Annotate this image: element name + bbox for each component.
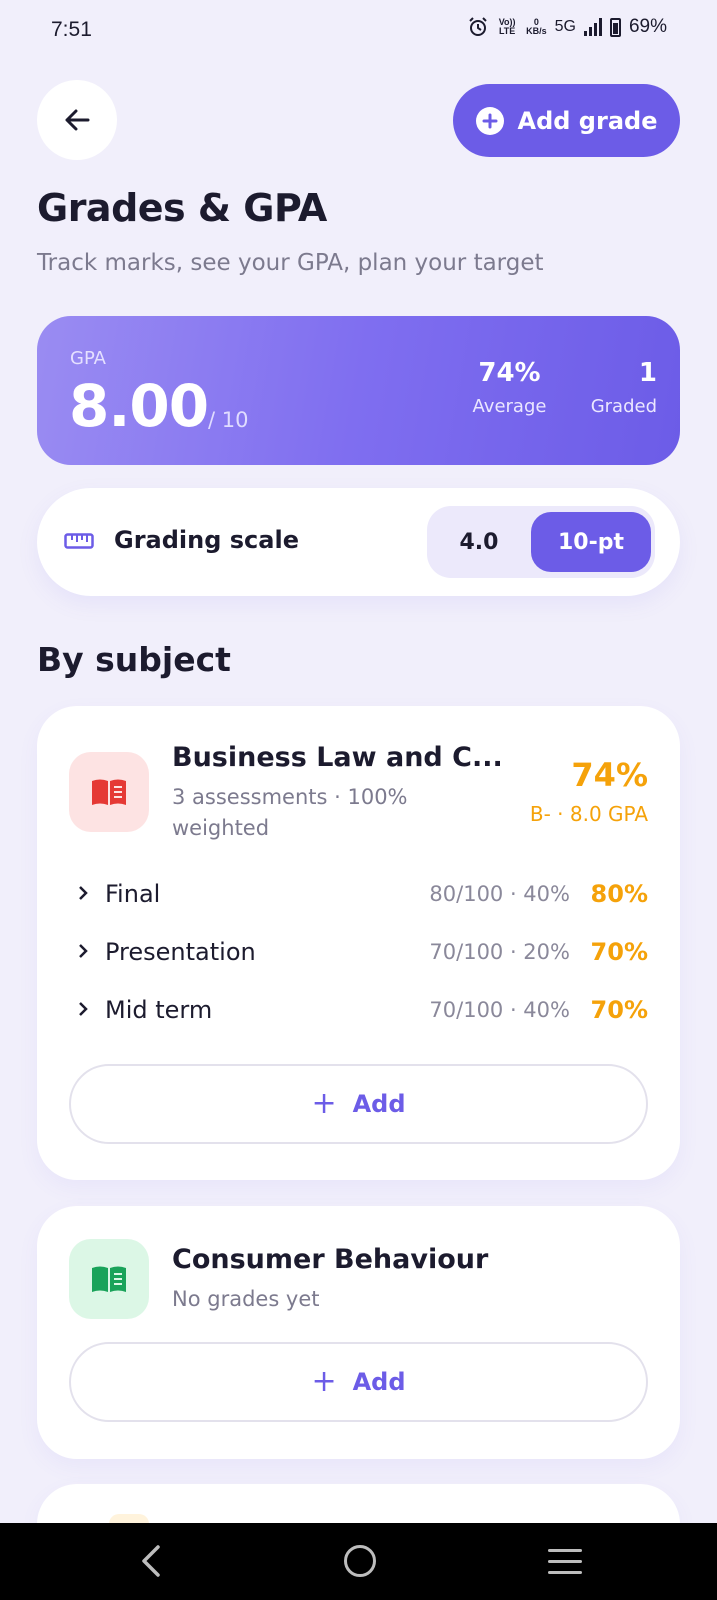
subject-meta: No grades yet xyxy=(172,1287,320,1311)
nav-home-icon[interactable] xyxy=(344,1545,376,1577)
grading-scale-toggle: 4.0 10-pt xyxy=(427,506,655,578)
chevron-right-icon xyxy=(77,940,105,964)
volte-indicator: Vo)) LTE xyxy=(498,17,516,36)
status-bar: 7:51 Vo)) LTE 0 KB/s 5G 69% xyxy=(0,0,717,60)
data-rate-unit: KB/s xyxy=(526,26,547,36)
gpa-value: 8.00 xyxy=(69,372,209,440)
average-value: 74% xyxy=(478,358,541,388)
gpa-summary-card: GPA 8.00 / 10 74% Average 1 Graded xyxy=(37,316,680,465)
nav-recents-icon[interactable] xyxy=(548,1549,582,1582)
subject-card[interactable]: Consumer Behaviour No grades yet + Add xyxy=(37,1206,680,1459)
average-stat: 74% Average xyxy=(462,358,557,417)
battery-icon xyxy=(609,17,621,37)
average-label: Average xyxy=(472,396,547,417)
add-grade-label: Add grade xyxy=(517,106,658,135)
plus-icon: + xyxy=(311,1086,337,1121)
scale-option-10pt[interactable]: 10-pt xyxy=(531,512,651,572)
battery-percent: 69% xyxy=(628,16,667,37)
subject-meta: 3 assessments · 100% weighted xyxy=(172,782,408,844)
subject-icon-bg xyxy=(69,1239,149,1319)
graded-value: 1 xyxy=(638,358,657,388)
back-button[interactable] xyxy=(37,80,117,160)
arrow-left-icon xyxy=(65,109,90,131)
plus-circle-icon xyxy=(475,106,504,135)
assessment-name: Presentation xyxy=(105,938,256,966)
nav-back-icon[interactable] xyxy=(138,1543,164,1579)
assessment-score: 70/100 · 40% xyxy=(429,998,570,1022)
chevron-right-icon xyxy=(77,882,105,906)
graded-stat: 1 Graded xyxy=(575,358,657,417)
network-type: 5G xyxy=(554,18,576,35)
add-grade-button[interactable]: Add grade xyxy=(453,84,680,157)
assessment-percent: 80% xyxy=(590,880,648,908)
assessment-percent: 70% xyxy=(590,938,648,966)
page-subtitle: Track marks, see your GPA, plan your tar… xyxy=(37,250,544,276)
alarm-icon xyxy=(469,17,487,36)
gpa-label: GPA xyxy=(70,348,106,369)
data-rate: 0 KB/s xyxy=(526,18,547,36)
subject-grade-gpa: B- · 8.0 GPA xyxy=(529,802,648,826)
graded-label: Graded xyxy=(590,396,657,417)
section-title-by-subject: By subject xyxy=(37,640,231,679)
ruler-icon xyxy=(64,533,94,549)
system-nav-bar xyxy=(0,1523,717,1600)
subject-percent: 74% xyxy=(571,756,648,794)
subject-title: Business Law and C... xyxy=(172,742,503,773)
assessment-score: 80/100 · 40% xyxy=(429,882,570,906)
assessment-row[interactable]: Mid term 70/100 · 40% 70% xyxy=(77,990,648,1030)
add-assessment-button[interactable]: + Add xyxy=(69,1064,648,1144)
assessment-percent: 70% xyxy=(590,996,648,1024)
subject-card[interactable] xyxy=(37,1484,680,1524)
subject-title: Consumer Behaviour xyxy=(172,1244,489,1275)
subject-meta-line1: 3 assessments · 100% xyxy=(172,785,408,809)
status-icons: Vo)) LTE 0 KB/s 5G 69% xyxy=(468,16,667,38)
add-label: Add xyxy=(352,1368,406,1396)
page-title: Grades & GPA xyxy=(37,186,327,230)
add-label: Add xyxy=(352,1090,406,1118)
assessment-name: Final xyxy=(105,880,161,908)
assessment-row[interactable]: Presentation 70/100 · 20% 70% xyxy=(77,932,648,972)
signal-icon xyxy=(583,18,602,36)
assessment-row[interactable]: Final 80/100 · 40% 80% xyxy=(77,874,648,914)
grading-scale-label: Grading scale xyxy=(114,526,299,554)
book-icon xyxy=(92,779,126,805)
scale-option-4[interactable]: 4.0 xyxy=(433,512,525,572)
book-icon xyxy=(92,1266,126,1292)
assessment-name: Mid term xyxy=(105,996,213,1024)
subject-meta-line2: weighted xyxy=(172,816,270,840)
assessment-score: 70/100 · 20% xyxy=(429,940,570,964)
status-time: 7:51 xyxy=(51,18,92,41)
plus-icon: + xyxy=(311,1364,337,1399)
chevron-right-icon xyxy=(77,998,105,1022)
grading-scale-card: Grading scale 4.0 10-pt xyxy=(37,488,680,596)
add-assessment-button[interactable]: + Add xyxy=(69,1342,648,1422)
gpa-scale: / 10 xyxy=(208,408,249,432)
subject-icon-bg xyxy=(69,752,149,832)
subject-card[interactable]: Business Law and C... 3 assessments · 10… xyxy=(37,706,680,1180)
